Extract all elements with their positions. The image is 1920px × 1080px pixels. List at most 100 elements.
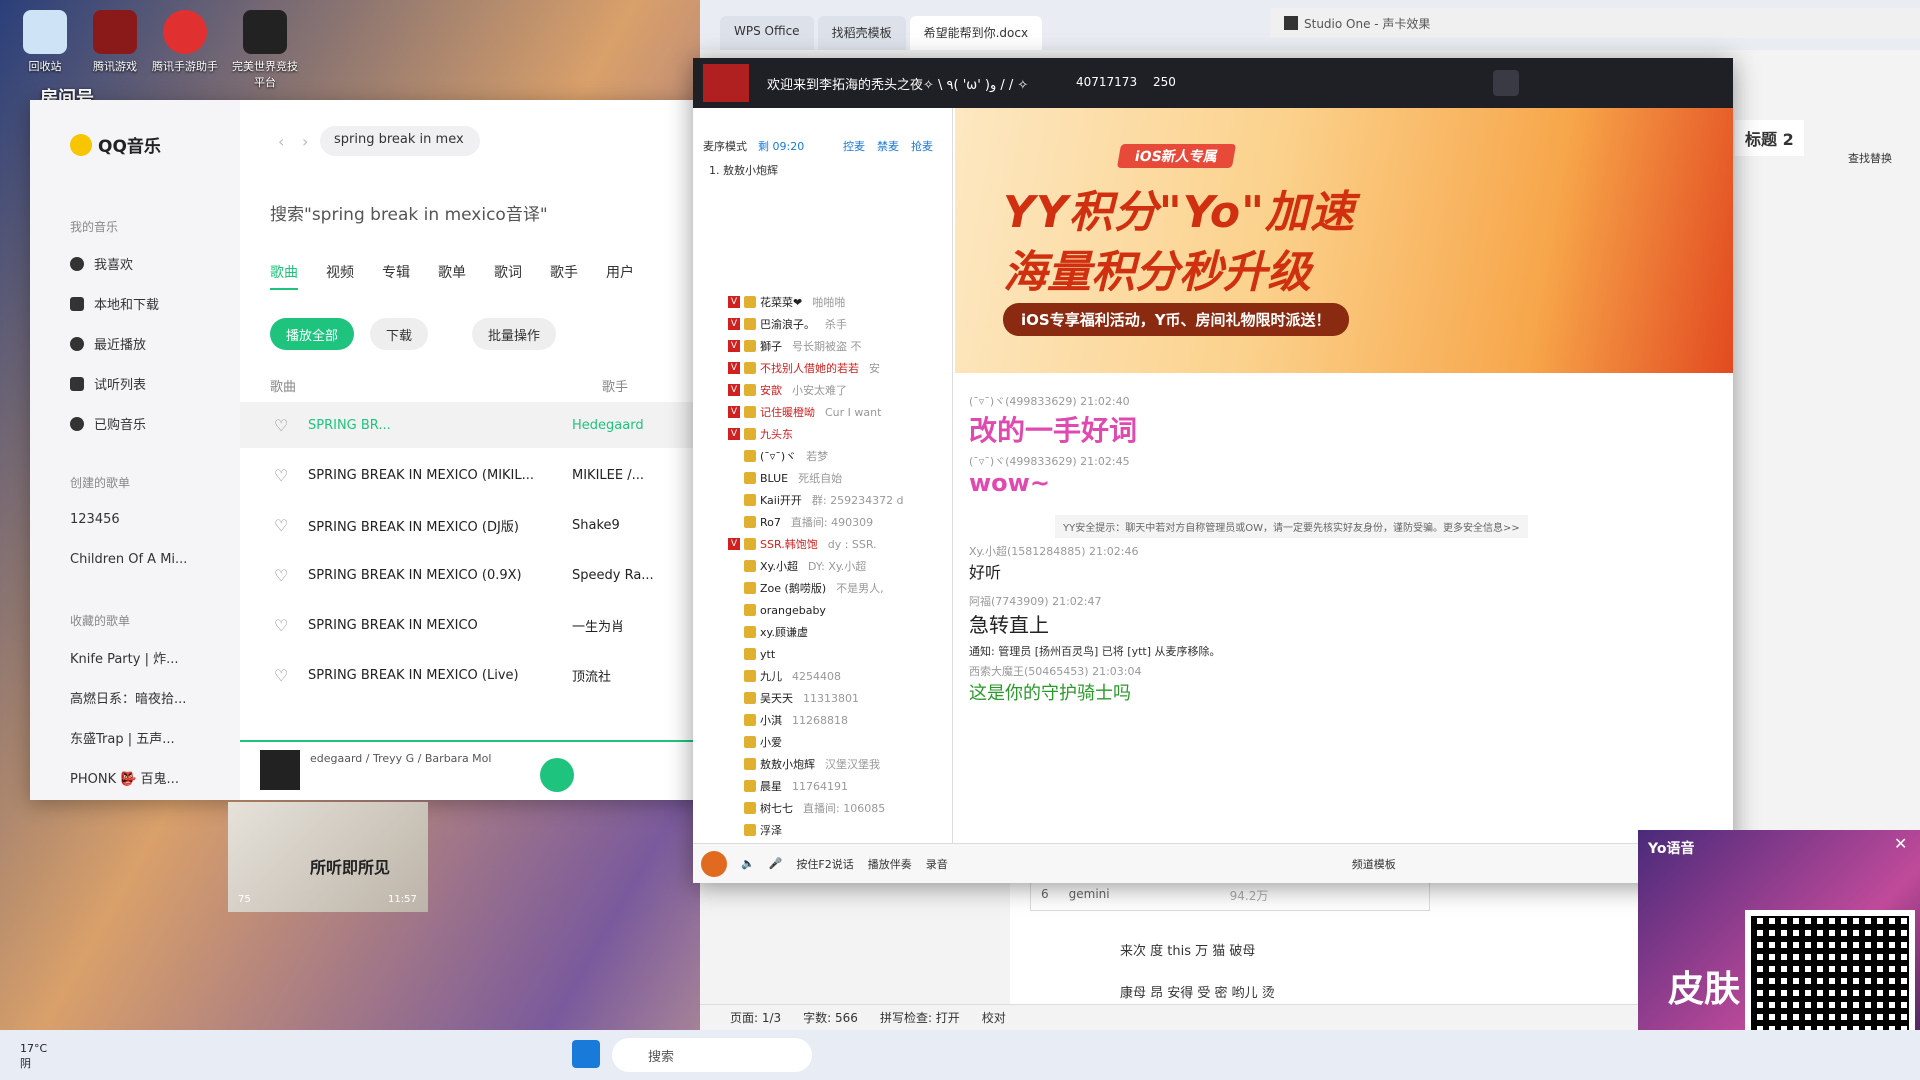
desktop-icon-assistant[interactable]: 腾讯手游助手 [150,10,220,74]
spell-check[interactable]: 拼写检查: 打开 [880,1009,960,1026]
record-button[interactable]: 录音 [926,856,948,872]
user-row[interactable]: 吴天天 11313801 [693,687,943,709]
user-row[interactable]: 浮泽 [693,819,943,841]
song-artist[interactable]: Speedy Ra... [572,568,654,583]
search-input[interactable]: spring break in mex [320,126,480,156]
accompaniment-button[interactable]: 播放伴奏 [868,856,912,872]
user-row[interactable]: Zoe (鹅唠版) 不是男人, [693,577,943,599]
user-row[interactable]: (¯▿¯)ヾ 若梦 [693,445,943,467]
play-button[interactable] [540,758,574,792]
heart-icon[interactable]: ♡ [274,466,288,485]
weather[interactable]: 17°C 阴 [20,1042,47,1071]
studio-one-titlebar[interactable]: Studio One - 声卡效果 [1270,8,1920,38]
sidebar-item-recent[interactable]: 最近播放 [70,334,146,353]
taskbar-search[interactable]: 搜索 [612,1038,812,1072]
table-row[interactable]: ♡ SPRING BREAK IN MEXICO (DJ版) Shake9 [240,502,710,548]
mic-first[interactable]: 1. 敖敖小炮辉 [709,162,778,178]
user-row[interactable]: 树七七 直播间: 106085 [693,797,943,819]
heading-style-select[interactable]: 标题 2 [1735,120,1804,156]
song-artist[interactable]: Shake9 [572,518,620,533]
ptt-label[interactable]: 按住F2说话 [796,856,853,872]
user-row[interactable]: V 巴渝浪子。 杀手 [693,313,943,335]
user-row[interactable]: 晨星 11764191 [693,775,943,797]
heart-icon[interactable]: ♡ [274,566,288,585]
mic-icon[interactable]: 🎤 [769,857,783,870]
template-button[interactable]: 频道模板 [1352,856,1396,872]
back-icon[interactable]: ‹ [278,132,284,151]
table-row[interactable]: ♡ SPRING BR... Hedegaard [240,402,710,448]
playlist-item[interactable]: 高燃日系：暗夜拾... [70,688,186,707]
playlist-item[interactable]: 东盛Trap | 五声... [70,728,175,747]
user-row[interactable]: V 九头东 [693,423,943,445]
play-all-button[interactable]: 播放全部 [270,318,355,350]
tab-albums[interactable]: 专辑 [382,262,410,290]
heart-icon[interactable]: ♡ [274,616,288,635]
tab-artists[interactable]: 歌手 [550,262,578,290]
song-artist[interactable]: 顶流社 [572,666,611,685]
album-cover[interactable] [260,750,300,790]
user-row[interactable]: V 花菜菜❤ 啪啪啪 [693,291,943,313]
desktop-icon-perfect[interactable]: 完美世界竞技平台 [230,10,300,90]
sidebar-item-liked[interactable]: 我喜欢 [70,254,133,273]
user-row[interactable]: BLUE 死纸自始 [693,467,943,489]
video-thumbnail[interactable]: 所听即所见 75 11:57 [228,802,428,912]
user-row[interactable]: orangebaby [693,599,943,621]
grab-mic[interactable]: 抢麦 [911,138,933,154]
table-row[interactable]: ♡ SPRING BREAK IN MEXICO 一生为肖 [240,602,710,648]
user-row[interactable]: Kaii开开 群: 259234372 d [693,489,943,511]
user-row[interactable]: Ro7 直播间: 490309 [693,511,943,533]
tab-playlists[interactable]: 歌单 [438,262,466,290]
desktop-icon-recycle[interactable]: 回收站 [10,10,80,74]
batch-button[interactable]: 批量操作 [472,318,557,350]
chat-area[interactable]: (¯▿¯)ヾ(499833629) 21:02:40 改的一手好词 (¯▿¯)ヾ(4… [955,393,1733,793]
sidebar-item-purchased[interactable]: 已购音乐 [70,414,146,433]
playlist-item[interactable]: PHONK 👺 百鬼... [70,768,179,787]
tab-videos[interactable]: 视频 [326,262,354,290]
user-row[interactable]: V 獅子 号长期被盗 不 [693,335,943,357]
forward-icon[interactable]: › [302,132,308,151]
speaker-icon[interactable]: 🔈 [741,857,755,870]
user-row[interactable]: ytt [693,643,943,665]
table-row[interactable]: ♡ SPRING BREAK IN MEXICO (Live) 顶流社 [240,652,710,698]
user-row[interactable]: V SSR.韩饱饱 dy : SSR. [693,533,943,555]
user-row[interactable]: V 记住暖橙呦 Cur I want [693,401,943,423]
song-artist[interactable]: Hedegaard [572,418,644,433]
windows-start-icon[interactable] [572,1040,600,1068]
heart-icon[interactable]: ♡ [274,666,288,685]
tab-songs[interactable]: 歌曲 [270,262,298,290]
user-row[interactable]: V 不找别人借她的若若安 [693,357,943,379]
home-icon[interactable] [1493,70,1519,96]
safety-tip[interactable]: YY安全提示：聊天中若对方自称管理员或OW，请一定要先核实好友身份，谨防受骗。更… [1055,515,1528,538]
playlist-item[interactable]: Knife Party | 炸... [70,648,178,667]
sidebar-item-trial[interactable]: 试听列表 [70,374,146,393]
table-row[interactable]: ♡ SPRING BREAK IN MEXICO (0.9X) Speedy Ra.… [240,552,710,598]
desktop-icon-games[interactable]: 腾讯游戏 [80,10,150,74]
playlist-item[interactable]: Children Of A Mi... [70,552,187,567]
user-avatar[interactable] [701,850,727,877]
user-row[interactable]: 敖敖小炮辉 汉堡汉堡我 [693,753,943,775]
user-row[interactable]: 小爱 [693,731,943,753]
tab-lyrics[interactable]: 歌词 [494,262,522,290]
table-row[interactable]: ♡ SPRING BREAK IN MEXICO (MIKIL... MIKILEE… [240,452,710,498]
control-mic[interactable]: 控麦 [843,138,865,154]
heart-icon[interactable]: ♡ [274,516,288,535]
playlist-item[interactable]: 123456 [70,512,120,527]
sidebar-item-local[interactable]: 本地和下载 [70,294,159,313]
tab-users[interactable]: 用户 [606,262,634,290]
proof[interactable]: 校对 [982,1009,1006,1026]
tab-template[interactable]: 找稻壳模板 [817,16,906,50]
user-row[interactable]: xy.顾谦虚 [693,621,943,643]
song-artist[interactable]: 一生为肖 [572,616,624,635]
ban-mic[interactable]: 禁麦 [877,138,899,154]
close-icon[interactable]: ✕ [1894,834,1907,853]
mic-mode[interactable]: 麦序模式 [703,138,747,154]
tab-wps[interactable]: WPS Office [720,16,814,50]
download-button[interactable]: 下载 [370,318,429,350]
heart-icon[interactable]: ♡ [274,416,288,435]
song-artist[interactable]: MIKILEE /... [572,468,644,483]
user-row[interactable]: 小淇 11268818 [693,709,943,731]
tab-doc[interactable]: 希望能帮到你.docx [909,16,1043,50]
find-replace-button[interactable]: 查找替换 [1848,150,1892,166]
promo-banner[interactable]: iOS新人专属 YY积分"Yo"加速 海量积分秒升级 iOS专享福利活动，Y币、… [955,108,1733,373]
user-row[interactable]: 九儿 4254408 [693,665,943,687]
